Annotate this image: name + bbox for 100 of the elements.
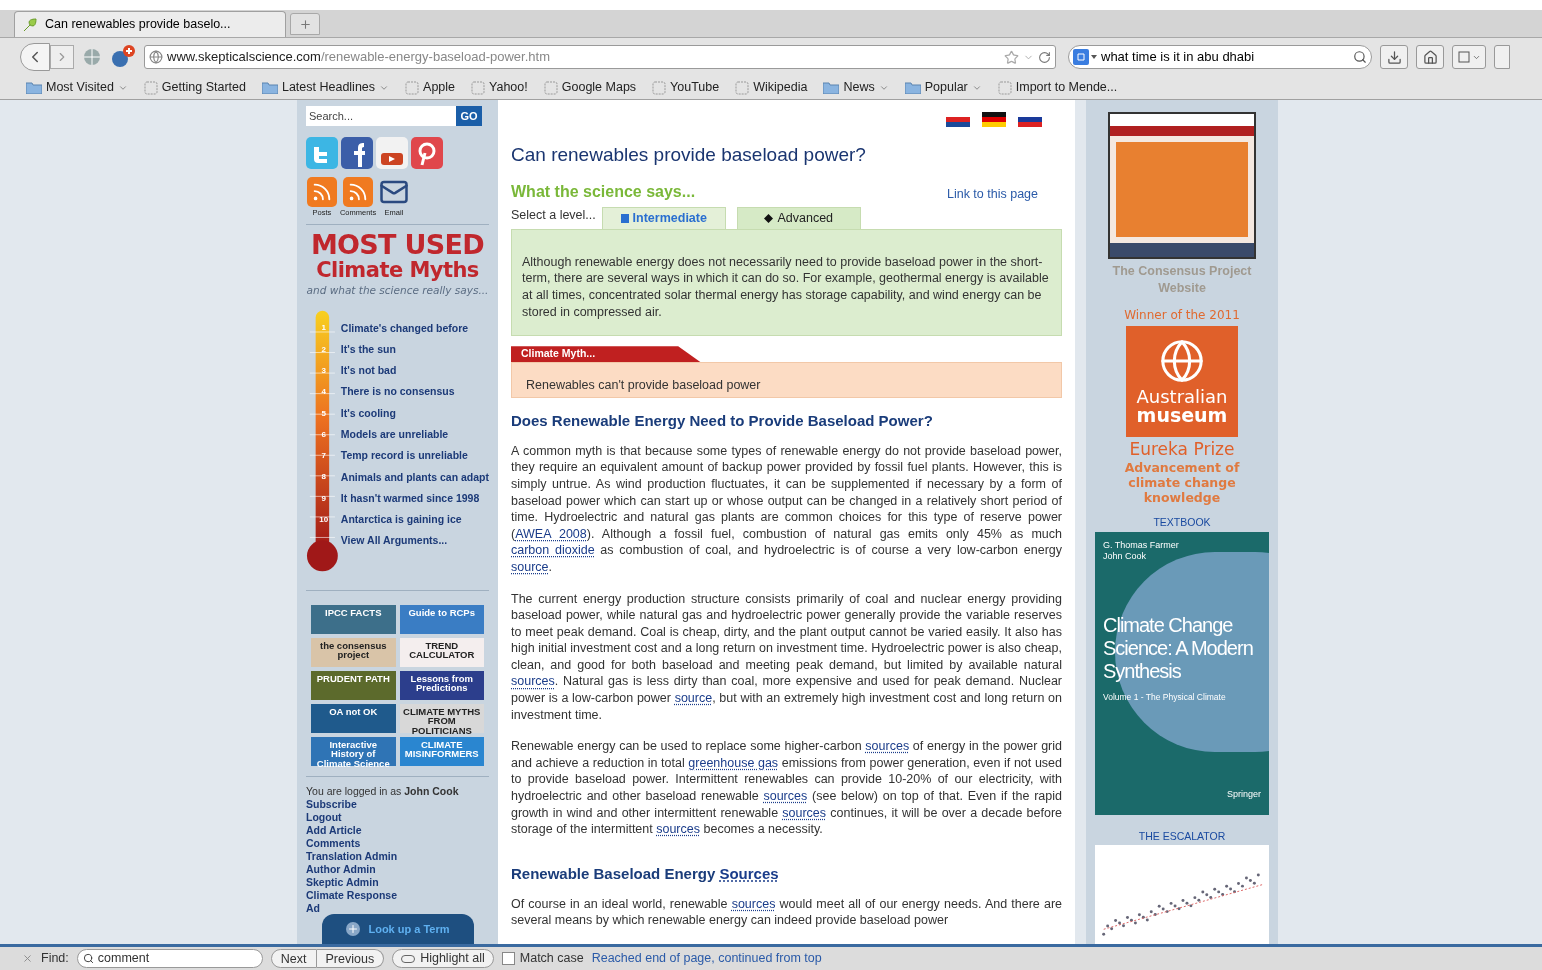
banner[interactable]: IPCC FACTS [311,604,396,634]
level-tab[interactable]: Intermediate [601,206,726,229]
level-tab[interactable]: Advanced [736,206,861,229]
bookmark-item[interactable]: News [823,78,889,97]
myth-link[interactable]: Models are unreliable [340,427,449,443]
pin-icon[interactable] [411,137,443,169]
admin-link[interactable]: Skeptic Admin [306,875,379,889]
toolbar-button[interactable] [1494,45,1510,69]
myth-link[interactable]: It's the sun [340,341,396,358]
page-icon [143,80,158,95]
folder-icon [261,81,278,94]
admin-link[interactable]: Add Article [306,823,362,837]
bookmark-item[interactable]: Google Maps [543,78,637,97]
social-f-icon[interactable] [341,137,373,169]
toolbar-menu-button[interactable] [1452,45,1486,69]
banner[interactable]: Interactive History of Climate Science [311,736,396,766]
tab-title: Can renewables provide baselo... [45,16,231,34]
globe-icon [149,50,163,64]
bookmark-item[interactable]: Wikipedia [735,78,808,97]
page-icon [543,80,558,95]
bookmark-item[interactable]: Popular [904,78,982,97]
back-button[interactable] [20,43,50,71]
article-paragraph: The current energy production structure consists primarily of coal and nuclear energy providing baseload power, while natural gas and hydroelectric power generally provide the variable reserves to meet peak demand. Coal is cheap, dirty, and the plant output cannot be varied easily. It also has high initial investment cost and a long return on investment time. Hydroelectric power is also cheap, clean, and good for both baseload and meeting peak demand, but limited by available natural sources. Natural gas is less dirty than coal, more expensive and used for peak demand. Nuclear power is a low-carbon power source, but with an extremely high investment cost and long return on investment time. [511,590,1062,724]
permalink[interactable]: Link to this page [946,185,1038,204]
myth-link[interactable]: Temp record is unreliable [340,448,468,465]
lookup-term-button[interactable]: Look up a Term [322,914,474,944]
myth-link[interactable]: Animals and plants can adapt [340,469,489,486]
text-link[interactable]: sources [763,789,808,804]
admin-link[interactable]: Comments [306,836,361,850]
myth-link[interactable]: There is no consensus [340,384,455,401]
web-search-field[interactable]: what time is it in abu dhabi [1068,45,1372,69]
myth-link[interactable]: Antarctica is gaining ice [340,512,462,528]
text-link[interactable]: greenhouse gas [688,755,779,770]
banner[interactable]: CLIMATE MYTHS FROM POLITICIANS [399,703,484,733]
page-icon [471,80,486,95]
addon-icon[interactable] [110,45,136,69]
book-author: G. Thomas Farmer [1103,539,1179,551]
find-nav-button[interactable]: Previous [316,949,385,968]
myth-number: 5 [320,407,327,420]
website-screenshot-placeholder[interactable] [1108,112,1256,259]
page-icon [405,80,420,95]
banner[interactable]: PRUDENT PATH [311,670,396,700]
text-link[interactable]: sources [782,805,827,820]
text-link[interactable]: sources [511,674,555,689]
museum-logo[interactable]: Australian museum [1126,325,1238,437]
text-link[interactable]: Sources [719,864,779,882]
book-cover[interactable]: G. Thomas Farmer John Cook Climate Change Science: A Modern Synthesis Volume 1 - The Physical Climate Springer [1095,531,1269,816]
text-link[interactable]: sources [865,739,910,754]
download-icon [1386,49,1402,65]
myth-link[interactable]: It's cooling [340,405,396,422]
home-button[interactable] [1416,45,1444,69]
book-volume: Volume 1 - The Physical Climate [1103,690,1226,704]
myths-tagline: and what the science really says... [306,285,489,296]
highlight-all-button[interactable]: Highlight all [392,949,494,968]
text-link[interactable]: source [511,559,549,574]
downloads-button[interactable] [1380,45,1408,69]
match-case-checkbox[interactable]: Match case [501,949,584,968]
bookmark-item[interactable]: Latest Headlines [261,78,390,97]
find-nav-button[interactable]: Next [270,949,317,968]
myth-number: 7 [320,450,327,463]
new-tab-button[interactable] [290,13,320,35]
banner[interactable]: Guide to RCPs [399,604,484,634]
diamond-icon [764,213,774,223]
admin-link[interactable]: Ad [306,901,320,915]
search-engine-icon[interactable] [1073,49,1097,65]
text-link[interactable]: sources [656,822,700,837]
banner[interactable]: OA not OK [311,703,396,733]
bookmark-item[interactable]: Getting Started [143,78,246,97]
admin-link[interactable]: Climate Response [306,888,398,902]
banner[interactable]: Lessons from Predictions [399,670,484,700]
admin-link[interactable]: Author Admin [306,862,376,876]
find-field[interactable]: comment [76,949,263,968]
admin-link[interactable]: Logout [306,810,342,824]
site-search-field[interactable]: Search... [306,106,456,126]
browser-tab[interactable]: Can renewables provide baselo... [14,11,286,37]
reload-icon [1038,50,1051,64]
myth-link[interactable]: Climate's changed before [340,320,469,337]
banner[interactable]: the consensus project [311,637,396,667]
bookmark-item[interactable]: YouTube [652,78,720,97]
bookmark-item[interactable]: Import to Mende... [997,78,1118,97]
bookmark-item[interactable]: Yahoo! [471,78,528,97]
bookmark-item[interactable]: Most Visited [26,78,128,97]
folder-icon [904,81,921,94]
banner[interactable]: TREND CALCULATOR [399,637,484,667]
myth-link[interactable]: It hasn't warmed since 1998 [340,490,480,507]
banner[interactable]: CLIMATE MISINFORMERS [399,736,484,766]
flag-icon[interactable] [982,112,1006,127]
video-icon[interactable] [376,137,408,169]
go-button[interactable]: GO [456,106,482,126]
admin-link[interactable]: Translation Admin [306,849,398,863]
plus-icon [298,17,312,31]
bookmark-item[interactable]: Apple [405,78,456,97]
text-link[interactable]: sources [731,896,776,911]
text-link[interactable]: AWEA 2008 [515,526,587,541]
address-field[interactable]: www.skepticalscience.com/renewable-energy-baseload-power.htm [144,45,1056,69]
myth-link[interactable]: It's not bad [340,363,397,379]
text-link[interactable]: carbon dioxide [511,543,595,558]
myth-link[interactable]: View All Arguments... [340,533,448,550]
admin-link[interactable]: Subscribe [306,797,357,811]
search-icon [82,953,94,964]
